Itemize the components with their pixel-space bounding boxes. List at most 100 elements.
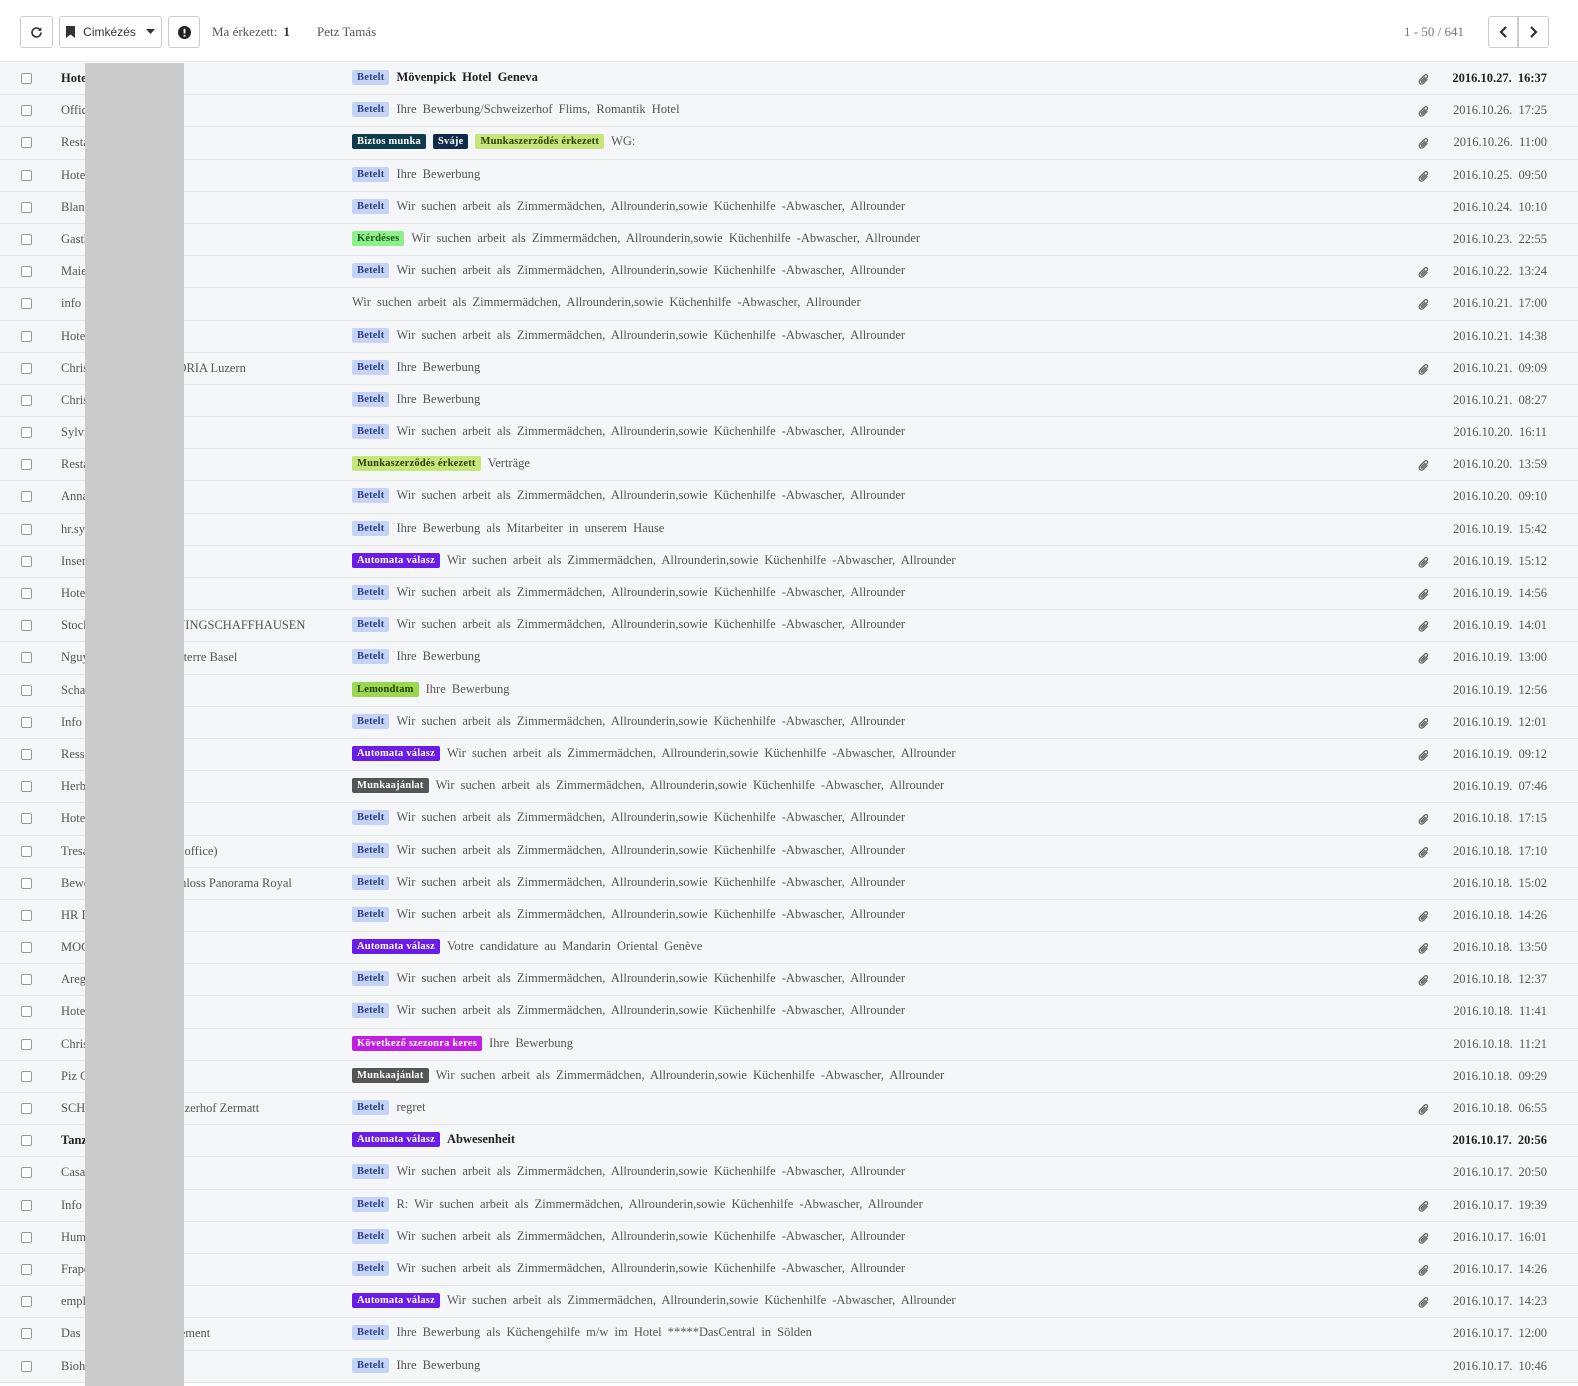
email-subject-cell[interactable]: Betelt Wir suchen arbeit als Zimmermädche…: [352, 617, 1392, 633]
email-row[interactable]: Tanz Automata válasz Abwesenheit 2016.10.17…: [0, 1125, 1578, 1158]
row-checkbox[interactable]: [21, 1167, 32, 1179]
row-checkbox[interactable]: [21, 813, 32, 825]
row-checkbox[interactable]: [21, 427, 32, 439]
refresh-button[interactable]: [20, 16, 53, 48]
email-subject-cell[interactable]: Automata válasz Wir suchen arbeit als Zim…: [352, 745, 1392, 761]
email-row[interactable]: Tresa ve office)BeteltWir suchen arbeit …: [0, 835, 1578, 868]
row-checkbox[interactable]: [21, 781, 32, 793]
email-row[interactable]: Das nagement Betelt Ihre Bewerbung als Küc…: [0, 1318, 1578, 1351]
row-checkbox[interactable]: [21, 877, 32, 889]
row-checkbox[interactable]: [21, 169, 32, 181]
email-row[interactable]: Maie Betelt Wir suchen arbeit als Zimmermä…: [0, 256, 1578, 289]
email-row[interactable]: info Wir suchen arbeit als Zimmermädchen,…: [0, 288, 1578, 321]
email-row[interactable]: Nguy Parterre Basel Betelt Ihre Bewerbung 2…: [0, 642, 1578, 675]
row-checkbox[interactable]: [21, 137, 32, 149]
email-row[interactable]: SCH weizerhof Zermatt Betelt regret 2016.10…: [0, 1093, 1578, 1126]
row-checkbox[interactable]: [21, 620, 32, 632]
row-checkbox[interactable]: [21, 394, 32, 406]
email-subject-cell[interactable]: Betelt Wir suchen arbeit als Zimmermädche…: [352, 906, 1392, 922]
row-checkbox[interactable]: [21, 330, 32, 342]
row-checkbox[interactable]: [21, 1263, 32, 1275]
email-row[interactable]: Bewe Schloss Panorama Royal Betelt Wir suc…: [0, 867, 1578, 900]
email-row[interactable]: hr.sy Betelt Ihre Bewerbung als Mitarbeite…: [0, 513, 1578, 546]
row-checkbox[interactable]: [21, 298, 32, 310]
email-subject-cell[interactable]: Következő szezonra keres Ihre Bewerbung: [352, 1035, 1392, 1051]
email-row[interactable]: Areg Betelt Wir suchen arbeit als Zimmermä…: [0, 964, 1578, 997]
email-row[interactable]: Blanc Betelt Wir suchen arbeit als Zimmerm…: [0, 191, 1578, 224]
email-subject-cell[interactable]: Automata válasz Wir suchen arbeit als Zim…: [352, 552, 1392, 568]
email-subject-cell[interactable]: Betelt Wir suchen arbeit als Zimmermädche…: [352, 1260, 1392, 1276]
email-row[interactable]: Chris Következő szezonra keres Ihre Bewerb…: [0, 1028, 1578, 1061]
row-checkbox[interactable]: [21, 233, 32, 245]
email-row[interactable]: Gasth Kérdéses Wir suchen arbeit als Zimme…: [0, 223, 1578, 257]
email-row[interactable]: Hote Betelt Wir suchen arbeit als Zimmermä…: [0, 803, 1578, 836]
next-page-button[interactable]: [1518, 16, 1549, 48]
email-subject-cell[interactable]: Betelt Mövenpick Hotel Geneva: [352, 70, 1392, 85]
email-row[interactable]: Inser Automata válasz Wir suchen arbeit al…: [0, 545, 1578, 578]
email-row[interactable]: Hote Betelt Mövenpick Hotel Geneva 2016.10.…: [0, 63, 1578, 96]
info-button[interactable]: [168, 16, 200, 48]
row-checkbox[interactable]: [21, 362, 32, 374]
row-checkbox[interactable]: [21, 1360, 32, 1372]
email-row[interactable]: Stock LIVINGSCHAFFHAUSEN Betelt Wir suchen…: [0, 610, 1578, 643]
email-row[interactable]: empl Automata válasz Wir suchen arbeit als…: [0, 1286, 1578, 1319]
email-subject-cell[interactable]: Wir suchen arbeit als Zimmermädchen, All…: [352, 295, 1392, 310]
email-subject-cell[interactable]: Betelt Wir suchen arbeit als Zimmermädche…: [352, 713, 1392, 729]
email-subject-cell[interactable]: Munkaajánlat Wir suchen arbeit als Zimmer…: [352, 1067, 1392, 1083]
row-checkbox[interactable]: [21, 1328, 32, 1340]
email-subject-cell[interactable]: Lemondtam Ihre Bewerbung: [352, 681, 1392, 697]
email-subject-cell[interactable]: Betelt Wir suchen arbeit als Zimmermädche…: [352, 198, 1392, 214]
row-checkbox[interactable]: [21, 942, 32, 954]
email-row[interactable]: Scha Lemondtam Ihre Bewerbung 2016.10.19. 1…: [0, 674, 1578, 707]
email-row[interactable]: Herb Munkaajánlat Wir suchen arbeit als Zi…: [0, 771, 1578, 804]
email-row[interactable]: Chris STORIA Luzern Betelt Ihre Bewerbung 2…: [0, 352, 1578, 385]
email-row[interactable]: Hote Betelt Wir suchen arbeit als Zimmermä…: [0, 320, 1578, 353]
row-checkbox[interactable]: [21, 909, 32, 921]
email-subject-cell[interactable]: Betelt Wir suchen arbeit als Zimmermädche…: [352, 327, 1392, 343]
email-subject-cell[interactable]: Betelt Wir suchen arbeit als Zimmermädche…: [352, 488, 1392, 504]
row-checkbox[interactable]: [21, 1006, 32, 1018]
email-subject-cell[interactable]: Betelt Wir suchen arbeit als Zimmermädche…: [352, 585, 1392, 600]
row-checkbox[interactable]: [21, 684, 32, 696]
email-row[interactable]: Info Betelt Wir suchen arbeit als Zimmermä…: [0, 706, 1578, 739]
email-subject-cell[interactable]: Automata válasz Abwesenheit: [352, 1132, 1392, 1148]
email-subject-cell[interactable]: Betelt Wir suchen arbeit als Zimmermädche…: [352, 263, 1392, 279]
email-row[interactable]: Sylvi sBeteltWir suchen arbeit als Zimme…: [0, 417, 1578, 450]
email-subject-cell[interactable]: Automata válasz Wir suchen arbeit als Zim…: [352, 1293, 1392, 1309]
email-row[interactable]: Hum Betelt Wir suchen arbeit als Zimmermäd…: [0, 1221, 1578, 1254]
row-checkbox[interactable]: [21, 523, 32, 535]
email-subject-cell[interactable]: Betelt Ihre Bewerbung als Mitarbeiter in …: [352, 520, 1392, 536]
row-checkbox[interactable]: [21, 845, 32, 857]
email-subject-cell[interactable]: Betelt Ihre Bewerbung: [352, 1357, 1392, 1373]
email-row[interactable]: Offic Betelt Ihre Bewerbung/Schweizerhof F…: [0, 95, 1578, 128]
email-row[interactable]: Hote Betelt Wir suchen arbeit als Zimmermä…: [0, 996, 1578, 1029]
email-subject-cell[interactable]: Betelt Ihre Bewerbung: [352, 359, 1392, 375]
row-checkbox[interactable]: [21, 974, 32, 986]
email-subject-cell[interactable]: Betelt Ihre Bewerbung: [352, 166, 1392, 182]
row-checkbox[interactable]: [21, 1135, 32, 1147]
row-checkbox[interactable]: [21, 1103, 32, 1114]
email-row[interactable]: Hote Betelt Ihre Bewerbung 2016.10.25. 09:5…: [0, 159, 1578, 192]
row-checkbox[interactable]: [21, 105, 32, 117]
row-checkbox[interactable]: [21, 1070, 32, 1082]
email-row[interactable]: Hote nBeteltWir suchen arbeit als Zimmer…: [0, 578, 1578, 611]
row-checkbox[interactable]: [21, 266, 32, 278]
row-checkbox[interactable]: [21, 1199, 32, 1211]
email-subject-cell[interactable]: Kérdéses Wir suchen arbeit als Zimmermädc…: [352, 230, 1392, 246]
email-row[interactable]: Casa Betelt Wir suchen arbeit als Zimmermä…: [0, 1157, 1578, 1190]
email-subject-cell[interactable]: Betelt Ihre Bewerbung: [352, 391, 1392, 407]
row-checkbox[interactable]: [21, 748, 32, 760]
email-row[interactable]: Piz C Munkaajánlat Wir suchen arbeit als Z…: [0, 1060, 1578, 1093]
email-row[interactable]: Bioh Betelt Ihre Bewerbung 2016.10.17. 10:4…: [0, 1350, 1578, 1383]
email-row[interactable]: HR I Betelt Wir suchen arbeit als Zimmermä…: [0, 899, 1578, 933]
row-checkbox[interactable]: [21, 201, 32, 213]
email-row[interactable]: Anna Betelt Wir suchen arbeit als Zimmermä…: [0, 481, 1578, 514]
email-subject-cell[interactable]: Betelt Wir suchen arbeit als Zimmermädche…: [352, 1164, 1392, 1180]
email-subject-cell[interactable]: Betelt Wir suchen arbeit als Zimmermädche…: [352, 842, 1392, 858]
email-subject-cell[interactable]: Betelt Ihre Bewerbung als Küchengehilfe m…: [352, 1325, 1392, 1341]
row-checkbox[interactable]: [21, 459, 32, 471]
email-subject-cell[interactable]: Betelt Wir suchen arbeit als Zimmermädche…: [352, 874, 1392, 890]
email-subject-cell[interactable]: Betelt R: Wir suchen arbeit als Zimmermäd…: [352, 1196, 1392, 1212]
prev-page-button[interactable]: [1488, 16, 1518, 48]
row-checkbox[interactable]: [21, 1231, 32, 1243]
